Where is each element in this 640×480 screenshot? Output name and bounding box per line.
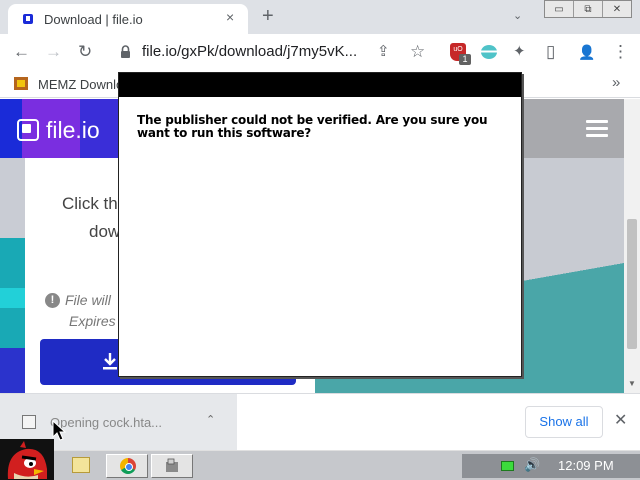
- bookmark-star-icon[interactable]: ☆: [410, 42, 425, 62]
- clock[interactable]: 12:09 PM: [558, 458, 614, 473]
- info-icon: !: [45, 293, 60, 308]
- download-icon: [103, 353, 117, 370]
- reload-icon[interactable]: ↻: [78, 42, 92, 62]
- download-filename: Opening cock.hta...: [50, 415, 163, 430]
- back-icon[interactable]: ←: [13, 42, 30, 62]
- show-all-button[interactable]: Show all: [525, 406, 603, 438]
- card-note-line1: File will: [65, 292, 111, 308]
- publisher-warning-dialog: The publisher could not be verified. Are…: [118, 72, 522, 377]
- volume-icon[interactable]: 🔊: [524, 457, 540, 473]
- scrollbar-thumb[interactable]: [627, 219, 637, 349]
- memz-bookmark-icon: [14, 77, 28, 90]
- start-button[interactable]: [0, 439, 54, 480]
- file-io-logo-icon[interactable]: [17, 119, 39, 141]
- share-icon[interactable]: ⇪: [377, 42, 390, 62]
- taskbar-app-button[interactable]: [151, 454, 193, 478]
- extension-circle-icon[interactable]: [481, 45, 497, 59]
- new-tab-button[interactable]: +: [262, 5, 274, 27]
- menu-icon[interactable]: ⋮: [612, 42, 629, 62]
- dialog-message: The publisher could not be verified. Are…: [137, 113, 488, 140]
- installer-icon: [166, 458, 178, 472]
- tab-title: Download | file.io: [44, 12, 143, 27]
- hamburger-menu-icon[interactable]: [586, 120, 608, 138]
- bookmarks-overflow-icon[interactable]: »: [612, 74, 620, 91]
- taskbar-chrome-button[interactable]: [106, 454, 148, 478]
- close-shelf-icon[interactable]: ✕: [614, 410, 627, 430]
- forward-icon[interactable]: →: [45, 42, 62, 62]
- dialog-titlebar[interactable]: [119, 73, 521, 97]
- file-io-favicon-icon: [23, 14, 33, 24]
- bookmark-memz-download[interactable]: MEMZ Downlo: [38, 77, 123, 92]
- folder-quicklaunch-icon[interactable]: [72, 457, 90, 473]
- restore-button[interactable]: ⧉: [574, 1, 603, 17]
- network-icon[interactable]: [501, 461, 514, 471]
- taskbar: 🔊 12:09 PM: [0, 439, 640, 480]
- address-bar[interactable]: file.io/gxPk/download/j7my5vK...: [142, 43, 357, 60]
- browser-toolbar: ← → ↻ file.io/gxPk/download/j7my5vK... ⇪…: [0, 34, 640, 70]
- tab-file-io[interactable]: Download | file.io ×: [8, 4, 248, 34]
- scroll-down-arrow-icon[interactable]: ▼: [628, 379, 636, 388]
- chrome-icon: [120, 458, 136, 474]
- download-shelf: Opening cock.hta... ⌃ Show all ✕: [0, 393, 640, 451]
- side-panel-icon[interactable]: ▯: [546, 42, 555, 62]
- file-icon: [22, 415, 36, 429]
- chevron-up-icon[interactable]: ⌃: [206, 413, 215, 426]
- site-name[interactable]: file.io: [46, 117, 100, 144]
- card-note-line2: Expires: [69, 313, 116, 329]
- minimize-button[interactable]: ▭: [545, 1, 574, 17]
- page-scrollbar[interactable]: ▼: [624, 99, 640, 393]
- profile-icon[interactable]: 👤: [578, 42, 595, 62]
- lock-icon[interactable]: [120, 45, 131, 59]
- extension-badge-count: 1: [459, 54, 471, 65]
- system-tray: 🔊 12:09 PM: [462, 454, 640, 478]
- card-heading-line1: Click th: [62, 194, 118, 213]
- angry-bird-icon: [7, 441, 47, 479]
- extensions-puzzle-icon[interactable]: ✦: [513, 42, 526, 62]
- window-controls: ▭ ⧉ ✕: [544, 0, 632, 18]
- tab-close-icon[interactable]: ×: [226, 9, 234, 25]
- mouse-cursor-icon: [52, 420, 66, 441]
- close-window-button[interactable]: ✕: [603, 1, 631, 17]
- tab-strip: Download | file.io × + ⌄ ▭ ⧉ ✕: [0, 0, 640, 34]
- card-heading-line2: dow: [89, 222, 121, 241]
- glitch-artifact: [0, 158, 25, 393]
- tab-search-icon[interactable]: ⌄: [513, 9, 522, 22]
